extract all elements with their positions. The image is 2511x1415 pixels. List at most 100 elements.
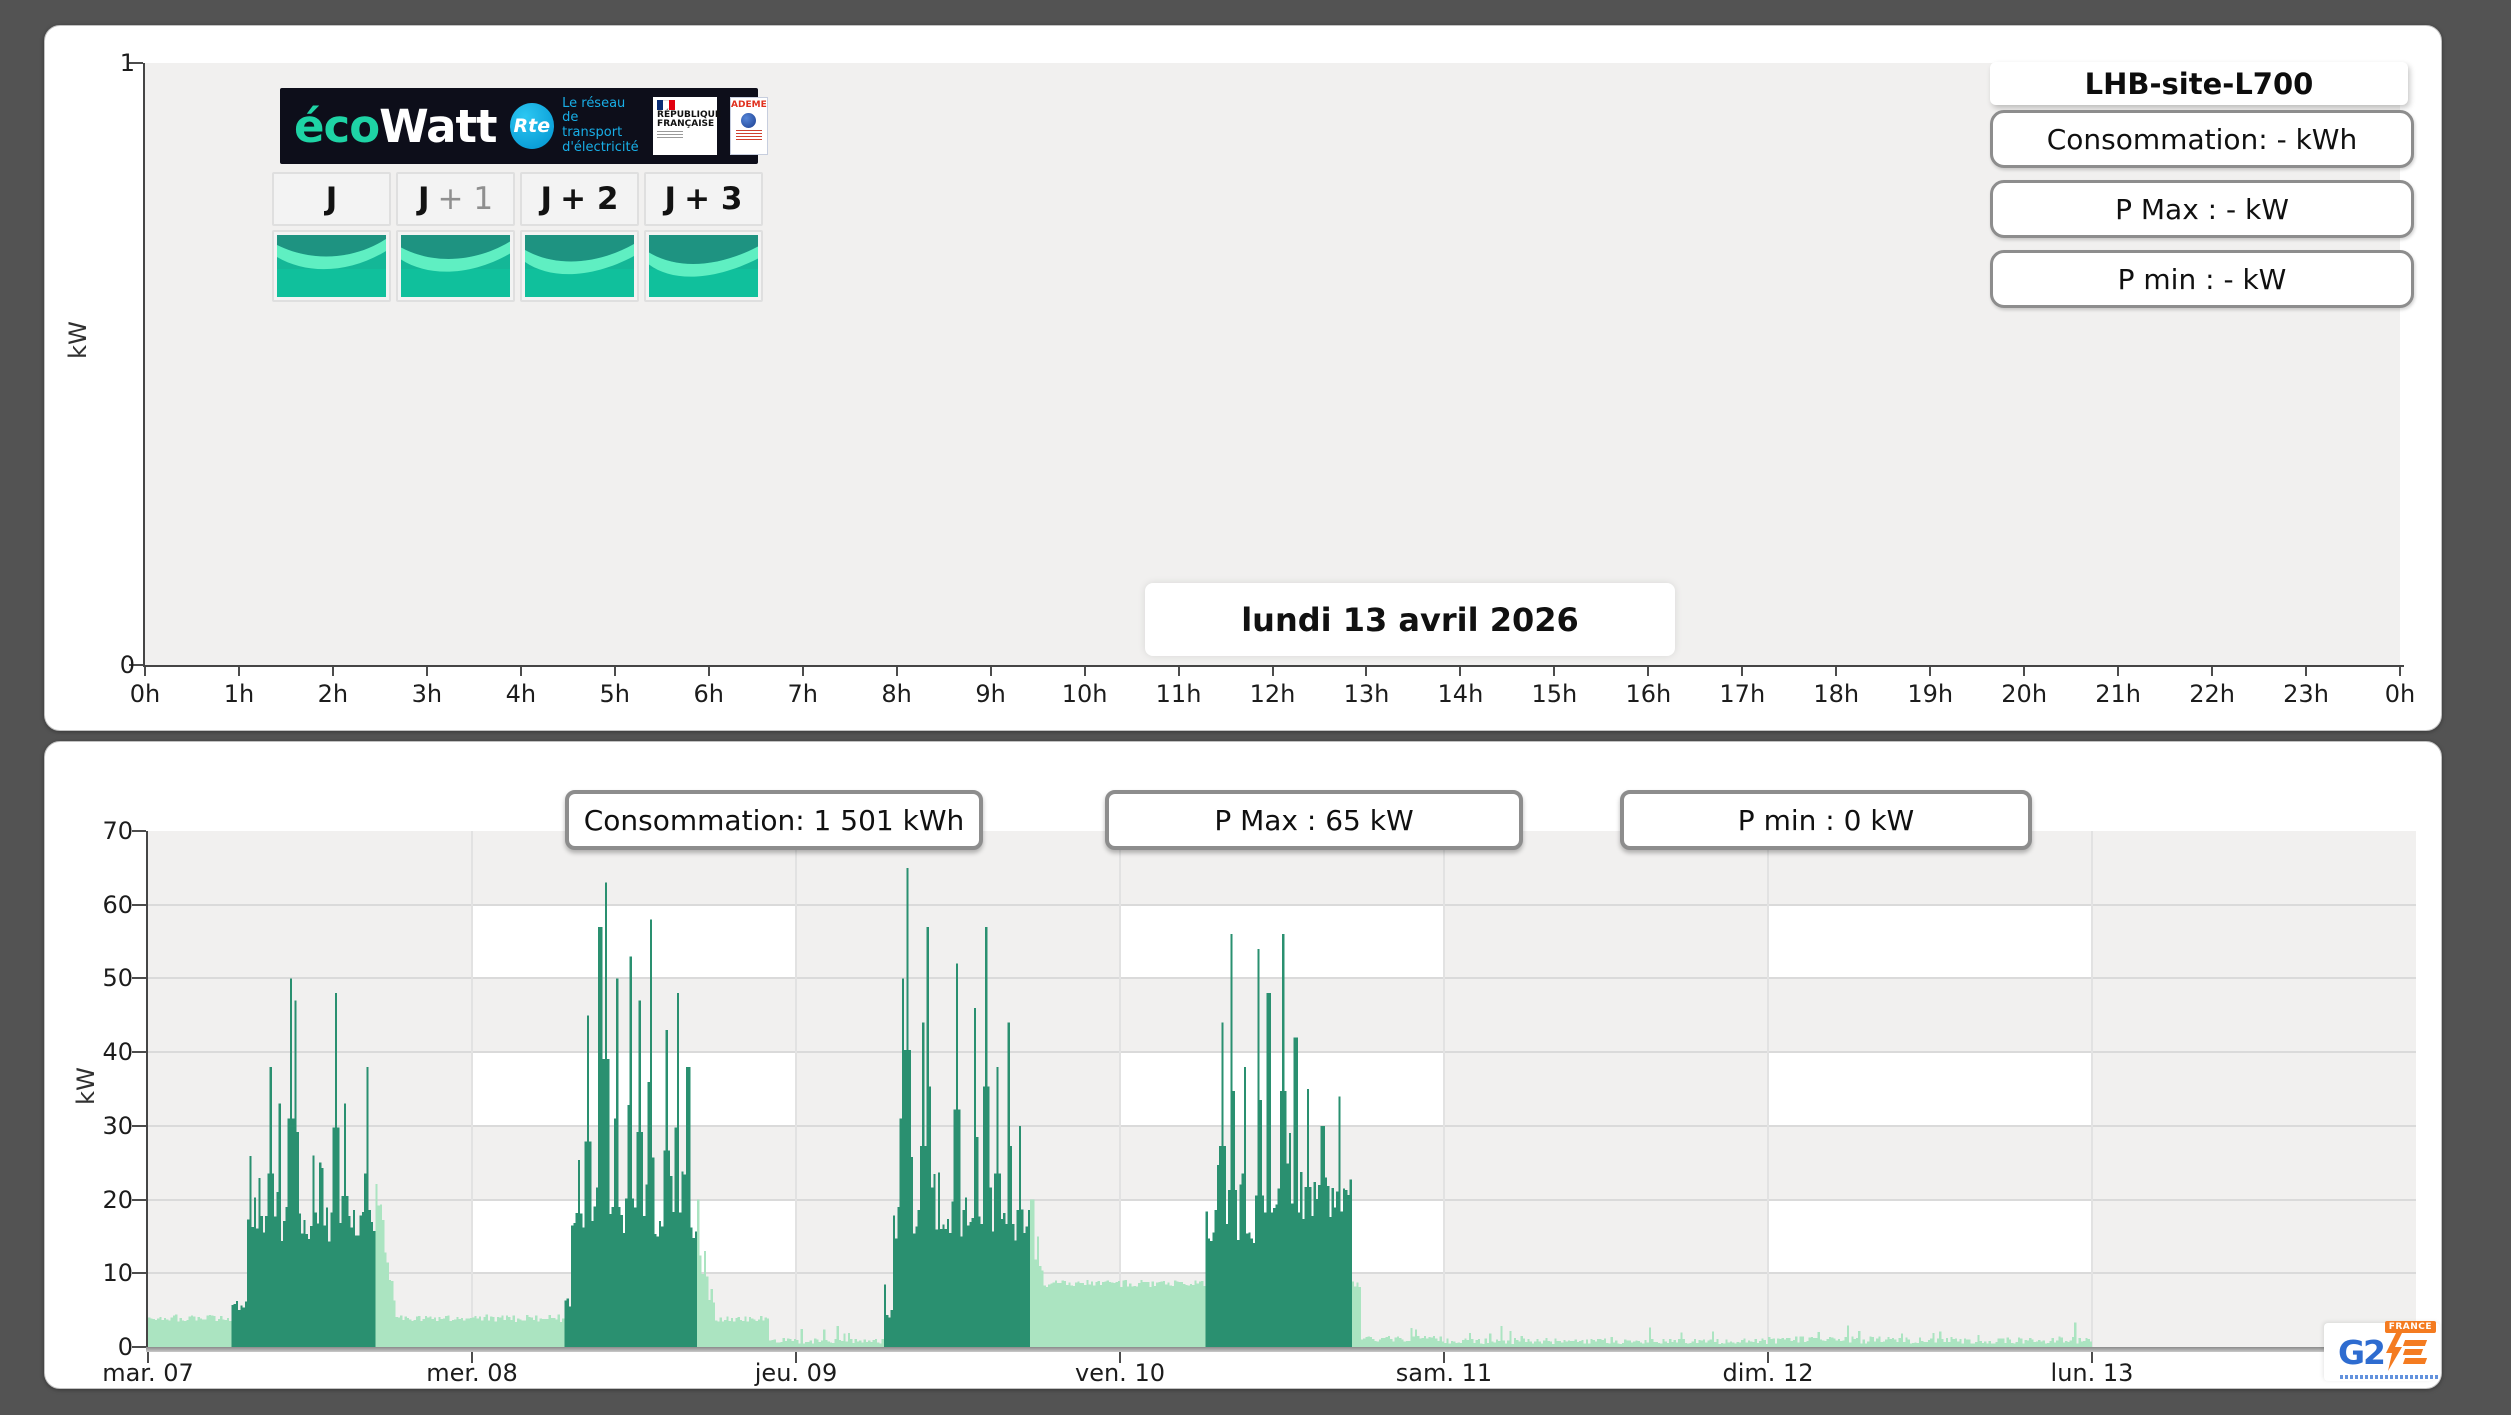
- bottom-y-tick: [132, 830, 146, 832]
- day-chart-panel: écoWatt Rte Le réseau de transport d'éle…: [44, 25, 2442, 731]
- bottom-y-tick-label: 70: [102, 817, 133, 845]
- bottom-y-tick-label: 0: [117, 1333, 133, 1361]
- bottom-y-tick: [132, 1051, 146, 1054]
- top-x-tick: [1177, 667, 1180, 676]
- top-x-tick-label: 17h: [1719, 680, 1766, 708]
- top-x-tick-label: 12h: [1249, 680, 1296, 708]
- top-x-tick: [1459, 667, 1462, 676]
- gov-line: FRANÇAISE: [657, 119, 715, 130]
- bottom-y-tick: [132, 1198, 146, 1201]
- bottom-y-tick: [132, 1272, 146, 1275]
- lightning-bolt-icon: [2386, 1333, 2403, 1371]
- top-x-tick-label: 18h: [1813, 680, 1860, 708]
- bottom-y-tick: [132, 1346, 146, 1348]
- rte-tagline: Le réseau de transport d'électricité: [562, 96, 640, 155]
- ademe-label: ADEME: [731, 100, 767, 110]
- top-y-unit: kW: [63, 321, 92, 359]
- top-x-tick: [144, 667, 146, 676]
- top-x-tick: [1271, 667, 1274, 676]
- bottom-y-tick-label: 30: [102, 1111, 133, 1140]
- day-thumbnail-J+1[interactable]: [396, 230, 515, 302]
- g2e-logo-e-stripes: [2402, 1340, 2428, 1364]
- week-chart-panel: kW 0 10 20 30 40 50 60 70 mar. 07 mer. 08 jeu. 09…: [44, 741, 2442, 1389]
- day-thumbnail-J[interactable]: [272, 230, 391, 302]
- ecowatt-banner: écoWatt Rte Le réseau de transport d'éle…: [280, 88, 768, 164]
- stat-pmin-day: P min : - kW: [1990, 250, 2414, 308]
- bottom-x-tick-label: sam. 11: [1395, 1359, 1493, 1387]
- bottom-x-tick-label: dim. 12: [1722, 1359, 1814, 1387]
- ecowatt-logo-watt: Watt: [379, 99, 497, 153]
- top-x-tick: [2023, 667, 2026, 676]
- bottom-y-tick-label: 50: [102, 964, 133, 993]
- bottom-x-tick-label: jeu. 09: [754, 1359, 838, 1387]
- top-x-tick-label: 22h: [2189, 680, 2235, 708]
- day-button-J+3[interactable]: J + 3: [644, 172, 763, 226]
- day-button-J+2[interactable]: J + 2: [520, 172, 639, 226]
- dashboard: écoWatt Rte Le réseau de transport d'éle…: [0, 0, 2511, 1415]
- rte-tagline-line: d'électricité: [562, 139, 639, 155]
- top-x-tick: [2117, 667, 2120, 676]
- top-x-tick-label: 20h: [2001, 680, 2048, 708]
- top-x-tick: [237, 667, 240, 676]
- stat-consommation-week: Consommation: 1 501 kWh: [565, 790, 983, 850]
- g2e-tagline: [2339, 1375, 2440, 1379]
- republique-francaise-logo: RÉPUBLIQUE FRANÇAISE: [653, 97, 721, 155]
- bottom-y-tick-label: 20: [102, 1185, 133, 1214]
- rte-circle-icon: Rte: [509, 103, 555, 149]
- top-x-tick: [425, 667, 428, 676]
- day-button-J+1[interactable]: J + 1: [396, 172, 515, 226]
- ademe-globe-icon: [741, 113, 757, 128]
- day-selector-group: J J + 1 J + 2 J + 3: [272, 172, 763, 302]
- top-x-axis: [143, 665, 2404, 667]
- top-x-tick: [989, 667, 992, 676]
- ademe-logo: ADEME: [730, 97, 768, 155]
- top-x-tick: [2305, 667, 2308, 676]
- site-name-tab: LHB-site-L700: [1990, 62, 2408, 105]
- top-x-tick-label: 8h: [881, 680, 912, 708]
- top-x-tick: [2211, 667, 2214, 676]
- ecowatt-logo-eco: éco: [294, 99, 380, 153]
- stat-pmin-week: P min : 0 kW: [1620, 790, 2032, 850]
- top-x-tick-label: 13h: [1343, 680, 1390, 708]
- top-x-tick-label: 0h: [2384, 680, 2416, 708]
- top-x-tick: [707, 667, 710, 676]
- top-y-label-min: 0: [119, 651, 135, 679]
- bottom-x-tick-label: mar. 07: [102, 1359, 194, 1387]
- bottom-y-tick-label: 40: [102, 1038, 133, 1067]
- top-x-tick: [801, 667, 804, 676]
- bottom-x-axis: [146, 1347, 2418, 1352]
- top-x-tick: [1083, 667, 1086, 676]
- gov-motto-lines: [657, 131, 684, 141]
- top-x-tick-label: 9h: [975, 680, 1006, 708]
- french-flag-icon: [657, 100, 676, 112]
- top-x-tick: [1553, 667, 1556, 676]
- g2e-france-logo: G2 FRANCE: [2324, 1321, 2440, 1381]
- top-x-tick: [1929, 667, 1932, 676]
- top-x-tick-label: 4h: [505, 680, 537, 708]
- top-x-tick-label: 21h: [2095, 680, 2141, 708]
- top-x-tick-label: 6h: [693, 680, 724, 708]
- ecowatt-logo: écoWatt: [294, 104, 498, 149]
- top-x-tick-label: 10h: [1061, 680, 1108, 708]
- day-thumbnail-J+3[interactable]: [644, 230, 763, 302]
- bottom-y-axis: [146, 831, 148, 1349]
- bottom-y-tick: [132, 1124, 146, 1127]
- g2e-france-badge: FRANCE: [2384, 1321, 2437, 1333]
- top-x-tick-label: 14h: [1437, 680, 1484, 708]
- top-x-tick: [1647, 667, 1650, 676]
- stat-pmax-week: P Max : 65 kW: [1105, 790, 1523, 850]
- top-x-tick-label: 1h: [223, 680, 255, 708]
- bottom-y-tick: [132, 977, 146, 980]
- top-x-tick: [519, 667, 522, 676]
- week-chart-plot-area[interactable]: [148, 831, 2416, 1347]
- bottom-y-tick-label: 10: [102, 1259, 133, 1288]
- consumption-bars: [148, 867, 2093, 1347]
- day-button-J[interactable]: J: [272, 172, 391, 226]
- day-thumbnail-J+2[interactable]: [520, 230, 639, 302]
- top-x-tick-label: 3h: [411, 680, 443, 708]
- top-x-tick-label: 0h: [129, 680, 161, 708]
- bottom-x-tick-label: ven. 10: [1075, 1359, 1165, 1387]
- stat-consommation-day: Consommation: - kWh: [1990, 110, 2414, 168]
- top-x-tick-label: 19h: [1907, 680, 1954, 708]
- top-x-tick: [613, 667, 616, 676]
